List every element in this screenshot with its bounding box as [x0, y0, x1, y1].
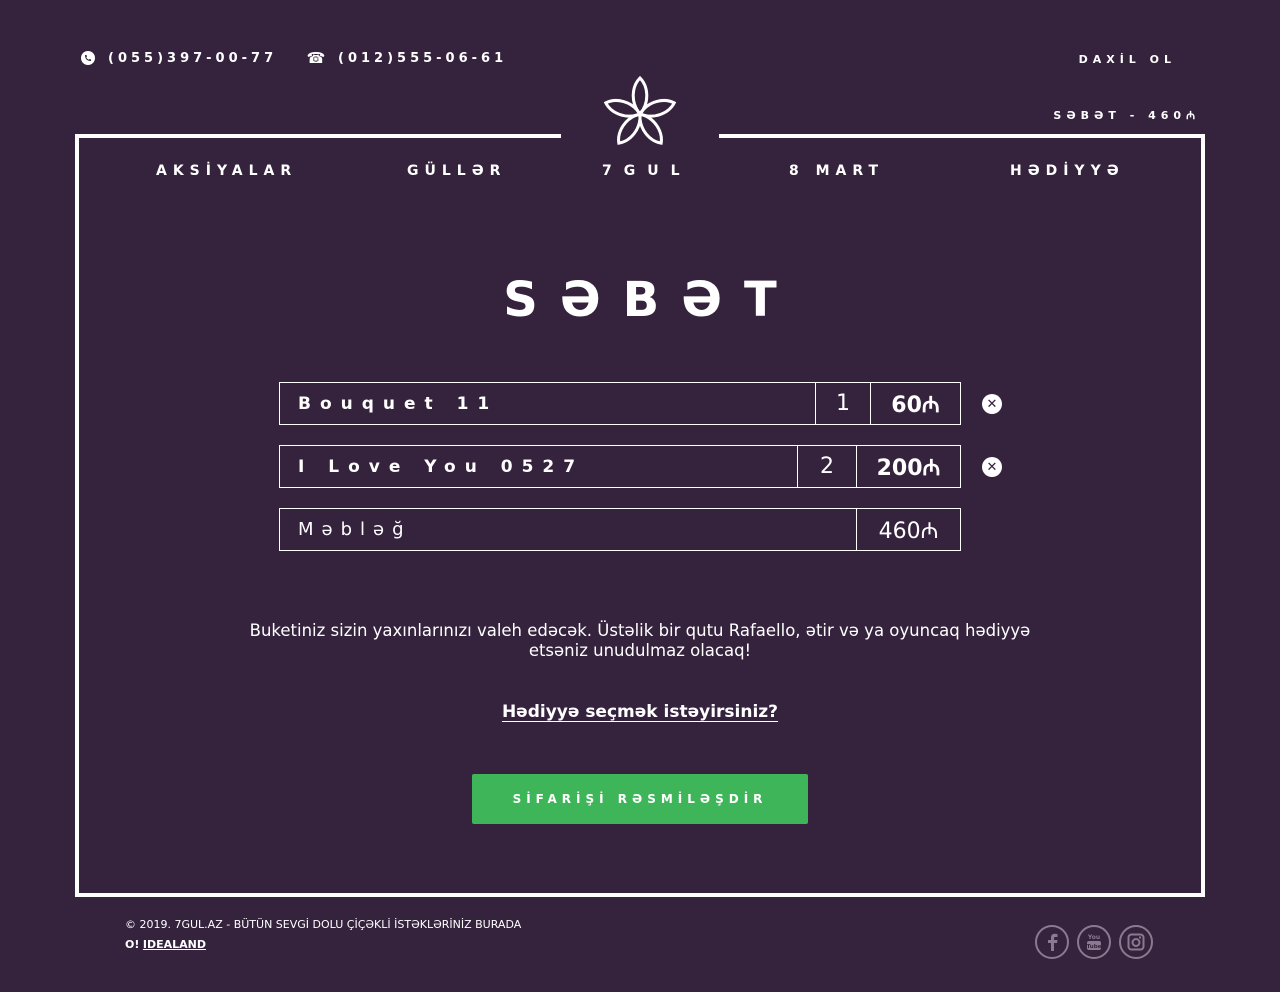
instagram-icon[interactable]	[1119, 925, 1153, 959]
nav-march8[interactable]: 8 MART	[789, 163, 884, 179]
cart-summary-link[interactable]: SƏBƏT - 460₼	[1053, 108, 1200, 123]
whatsapp-number: (055)397-00-77	[108, 50, 278, 66]
cart-item-qty[interactable]: 1	[815, 383, 870, 424]
frame-left	[75, 134, 79, 897]
frame-top-right	[719, 134, 1205, 138]
whatsapp-contact[interactable]: (055)397-00-77	[80, 50, 277, 66]
promo-message: Buketiniz sizin yaxınlarınızı valeh edəc…	[249, 621, 1031, 660]
frame-right	[1201, 134, 1205, 897]
cart-row: Bouquet 11 1 60₼	[279, 382, 961, 425]
frame-bottom	[75, 893, 1205, 897]
credit-prefix: O!	[125, 938, 140, 951]
cart-item-price: 60₼	[870, 383, 960, 424]
login-link[interactable]: DAXİL OL	[1079, 53, 1176, 66]
page-title: SƏBƏT	[503, 272, 799, 328]
cart-item-name: Bouquet 11	[298, 393, 499, 414]
cart-item-name: I Love You 0527	[298, 456, 585, 477]
cart-total-value: 460₼	[856, 509, 960, 550]
close-circle-icon[interactable]: ✕	[982, 457, 1002, 477]
gift-link[interactable]: Hədiyyə seçmək istəyirsiniz?	[502, 702, 778, 722]
svg-text:You: You	[1087, 934, 1100, 941]
close-circle-icon[interactable]: ✕	[982, 394, 1002, 414]
landline-contact[interactable]: ☎ (012)555-06-61	[306, 49, 508, 67]
idealand-link[interactable]: IDEALAND	[143, 938, 206, 951]
nav-brand[interactable]: 7GUL	[602, 163, 692, 179]
order-button[interactable]: SİFARİŞİ RƏSMİLƏŞDİR	[472, 774, 808, 824]
youtube-icon[interactable]: You Tube	[1077, 925, 1111, 959]
footer-copyright: © 2019. 7GUL.AZ - BÜTÜN SEVGİ DOLU ÇİÇƏK…	[125, 918, 522, 931]
cart-total-row: Məbləğ 460₼	[279, 508, 961, 551]
cart-item-price: 200₼	[856, 446, 960, 487]
footer-copyright-block: © 2019. 7GUL.AZ - BÜTÜN SEVGİ DOLU ÇİÇƏK…	[125, 915, 521, 955]
flower-logo-icon[interactable]	[600, 74, 680, 154]
cart-total-label: Məbləğ	[298, 519, 412, 540]
nav-roses[interactable]: GÜLLƏR	[407, 163, 506, 179]
nav-gifts[interactable]: HƏDİYYƏ	[1010, 163, 1125, 179]
svg-text:Tube: Tube	[1087, 944, 1102, 950]
frame-top-left	[75, 134, 561, 138]
phone-icon: ☎	[306, 49, 330, 67]
cart-row: I Love You 0527 2 200₼	[279, 445, 961, 488]
facebook-icon[interactable]	[1035, 925, 1069, 959]
whatsapp-icon	[80, 50, 96, 66]
nav-promotions[interactable]: AKSİYALAR	[156, 163, 297, 179]
footer-credit: O! IDEALAND	[125, 935, 521, 955]
gift-link-wrapper: Hədiyyə seçmək istəyirsiniz?	[0, 702, 1280, 722]
cart-item-qty[interactable]: 2	[797, 446, 856, 487]
landline-number: (012)555-06-61	[338, 50, 508, 66]
